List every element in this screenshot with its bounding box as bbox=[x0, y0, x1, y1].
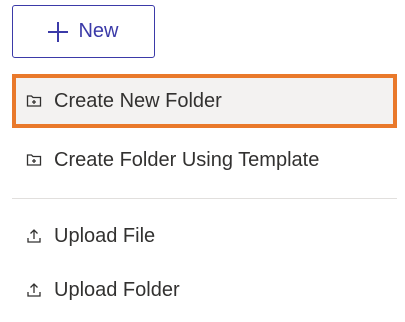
menu-item-label: Upload Folder bbox=[54, 278, 180, 301]
plus-icon bbox=[48, 21, 69, 42]
menu-item-upload-folder[interactable]: Upload Folder bbox=[12, 263, 397, 317]
menu-divider bbox=[12, 198, 397, 199]
new-dropdown-menu: Create New Folder Create Folder Using Te… bbox=[0, 66, 405, 322]
upload-icon bbox=[26, 228, 42, 244]
folder-plus-icon bbox=[26, 152, 42, 168]
folder-plus-icon bbox=[26, 93, 42, 109]
new-button[interactable]: New bbox=[12, 5, 155, 58]
menu-item-label: Create New Folder bbox=[54, 89, 222, 112]
menu-item-create-folder-using-template[interactable]: Create Folder Using Template bbox=[12, 133, 397, 187]
menu-item-create-new-folder[interactable]: Create New Folder bbox=[12, 74, 397, 128]
menu-item-upload-file[interactable]: Upload File bbox=[12, 209, 397, 263]
upload-icon bbox=[26, 282, 42, 298]
menu-item-label: Create Folder Using Template bbox=[54, 148, 320, 171]
menu-item-label: Upload File bbox=[54, 224, 156, 247]
new-button-label: New bbox=[78, 20, 119, 42]
